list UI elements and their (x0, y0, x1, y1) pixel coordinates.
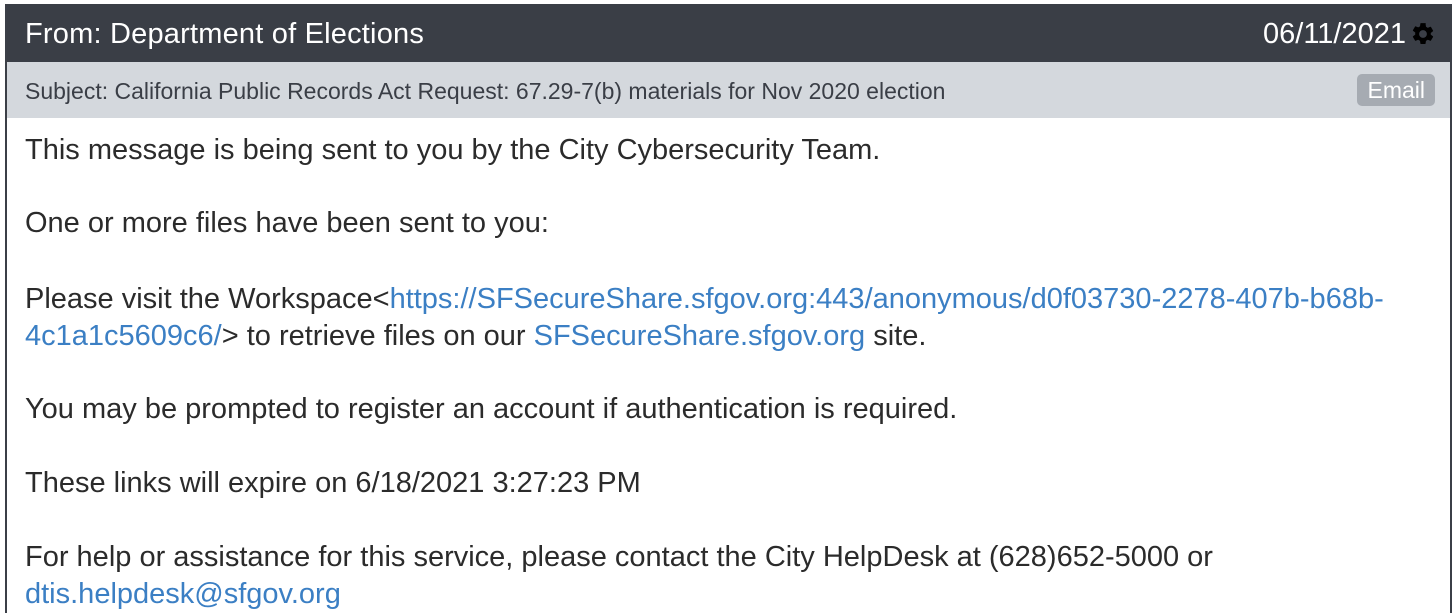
workspace-prefix: Please visit the Workspace< (25, 283, 390, 315)
email-date: 06/11/2021 (1263, 18, 1406, 50)
email-header: From: Department of Elections 06/11/2021 (7, 4, 1450, 62)
help-text: For help or assistance for this service,… (25, 541, 1213, 573)
email-type-badge: Email (1357, 74, 1435, 106)
body-line-help: For help or assistance for this service,… (25, 539, 1425, 613)
workspace-middle: > to retrieve files on our (221, 320, 534, 352)
sender-label: From: Department of Elections (25, 18, 425, 50)
body-line-expiry: These links will expire on 6/18/2021 3:2… (25, 467, 641, 499)
helpdesk-email-link[interactable]: dtis.helpdesk@sfgov.org (25, 578, 341, 610)
body-line-files: One or more files have been sent to you: (25, 207, 549, 239)
email-message: From: Department of Elections 06/11/2021… (5, 4, 1452, 613)
subject-bar: Subject: California Public Records Act R… (7, 62, 1450, 118)
site-link[interactable]: SFSecureShare.sfgov.org (534, 320, 866, 352)
body-line-register: You may be prompted to register an accou… (25, 393, 958, 425)
workspace-suffix: site. (865, 320, 927, 352)
gear-icon[interactable] (1410, 21, 1436, 47)
email-subject: Subject: California Public Records Act R… (25, 78, 946, 104)
body-line-workspace: Please visit the Workspace<https://SFSec… (25, 281, 1425, 355)
body-line-intro: This message is being sent to you by the… (25, 134, 881, 166)
